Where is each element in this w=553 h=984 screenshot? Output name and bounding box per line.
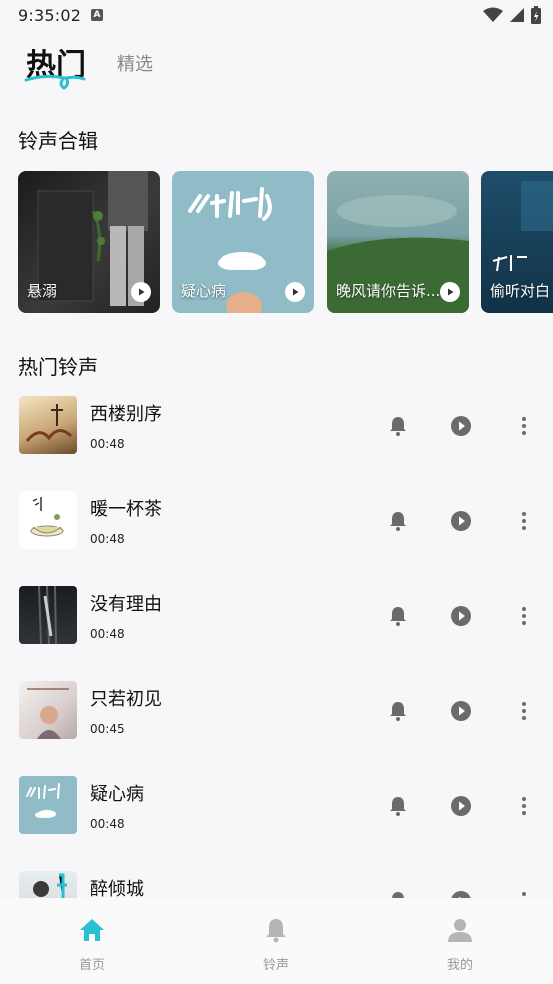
more-options-icon[interactable]: [512, 889, 536, 898]
album-card[interactable]: 悬溺: [18, 171, 160, 313]
song-duration: 00:48: [90, 627, 125, 641]
album-label: 悬溺: [27, 282, 58, 300]
bell-icon[interactable]: [386, 889, 410, 898]
more-options-icon[interactable]: [512, 604, 536, 628]
status-time: 9:35:02: [18, 6, 82, 25]
play-icon[interactable]: [449, 509, 473, 533]
song-cover: [19, 491, 77, 549]
bell-icon[interactable]: [386, 414, 410, 438]
bell-icon[interactable]: [386, 604, 410, 628]
song-duration: 00:48: [90, 532, 125, 546]
nav-label-ringtone: 铃声: [262, 958, 289, 973]
song-title: 疑心病: [90, 784, 144, 805]
song-title: 没有理由: [90, 594, 162, 615]
album-label: 偷听对白: [490, 282, 551, 300]
tab-active-underline: [24, 74, 86, 90]
song-title: 只若初见: [90, 689, 162, 710]
nav-item-ringtone[interactable]: 铃声: [221, 916, 331, 973]
album-card[interactable]: 疑心病: [172, 171, 314, 313]
album-label: 晚风请你告诉...: [336, 282, 441, 300]
more-options-icon[interactable]: [512, 794, 536, 818]
nav-item-home[interactable]: 首页: [37, 916, 147, 973]
album-carousel[interactable]: 悬溺 疑心病 晚风请你告诉... 偷听对白: [18, 171, 553, 313]
status-icons: [483, 6, 541, 24]
play-icon[interactable]: [285, 282, 305, 302]
album-label: 疑心病: [181, 282, 227, 300]
play-icon[interactable]: [449, 604, 473, 628]
top-tabs: 热门 精选: [24, 40, 326, 96]
song-cover: [19, 871, 77, 898]
song-cover: [19, 586, 77, 644]
bell-icon[interactable]: [386, 794, 410, 818]
list-item[interactable]: 只若初见 00:45: [0, 679, 553, 774]
song-list: 西楼别序 00:48 暖一杯茶 00:48 没有理由 00:48 只若初见 00…: [0, 394, 553, 898]
song-cover: [19, 681, 77, 739]
song-title: 醉倾城: [90, 879, 144, 898]
status-bar: 9:35:02 A: [0, 0, 553, 30]
user-icon: [448, 919, 472, 942]
play-icon[interactable]: [440, 282, 460, 302]
song-duration: 00:48: [90, 817, 125, 831]
bell-icon[interactable]: [386, 699, 410, 723]
play-icon[interactable]: [449, 414, 473, 438]
more-options-icon[interactable]: [512, 414, 536, 438]
album-card[interactable]: 晚风请你告诉...: [327, 171, 469, 313]
bell-icon: [266, 919, 286, 943]
song-duration: 00:48: [90, 437, 125, 451]
list-item[interactable]: 疑心病 00:48: [0, 774, 553, 869]
bell-icon[interactable]: [386, 509, 410, 533]
play-icon[interactable]: [449, 794, 473, 818]
song-duration: 00:45: [90, 722, 125, 736]
album-card[interactable]: 偷听对白: [481, 171, 553, 313]
song-cover: [19, 396, 77, 454]
signal-icon: [510, 8, 524, 22]
tab-selected[interactable]: 精选: [117, 50, 153, 76]
song-title: 西楼别序: [90, 404, 162, 425]
section-title-albums: 铃声合辑: [18, 129, 98, 153]
list-item[interactable]: 醉倾城: [0, 869, 553, 898]
play-icon[interactable]: [449, 699, 473, 723]
play-icon[interactable]: [131, 282, 151, 302]
nav-label-mine: 我的: [446, 958, 473, 973]
song-title: 暖一杯茶: [90, 499, 162, 520]
song-cover: [19, 776, 77, 834]
nav-item-mine[interactable]: 我的: [405, 916, 515, 973]
bottom-navigation: 首页 铃声 我的: [0, 898, 553, 984]
nav-label-home: 首页: [78, 958, 105, 973]
battery-icon: [531, 6, 541, 24]
list-item[interactable]: 西楼别序 00:48: [0, 394, 553, 489]
list-item[interactable]: 暖一杯茶 00:48: [0, 489, 553, 584]
list-item[interactable]: 没有理由 00:48: [0, 584, 553, 679]
home-icon: [80, 919, 104, 941]
notification-icon: A: [91, 9, 103, 21]
play-icon[interactable]: [449, 889, 473, 898]
section-title-hot-ringtones: 热门铃声: [18, 355, 98, 379]
more-options-icon[interactable]: [512, 509, 536, 533]
more-options-icon[interactable]: [512, 699, 536, 723]
wifi-icon: [483, 7, 503, 22]
